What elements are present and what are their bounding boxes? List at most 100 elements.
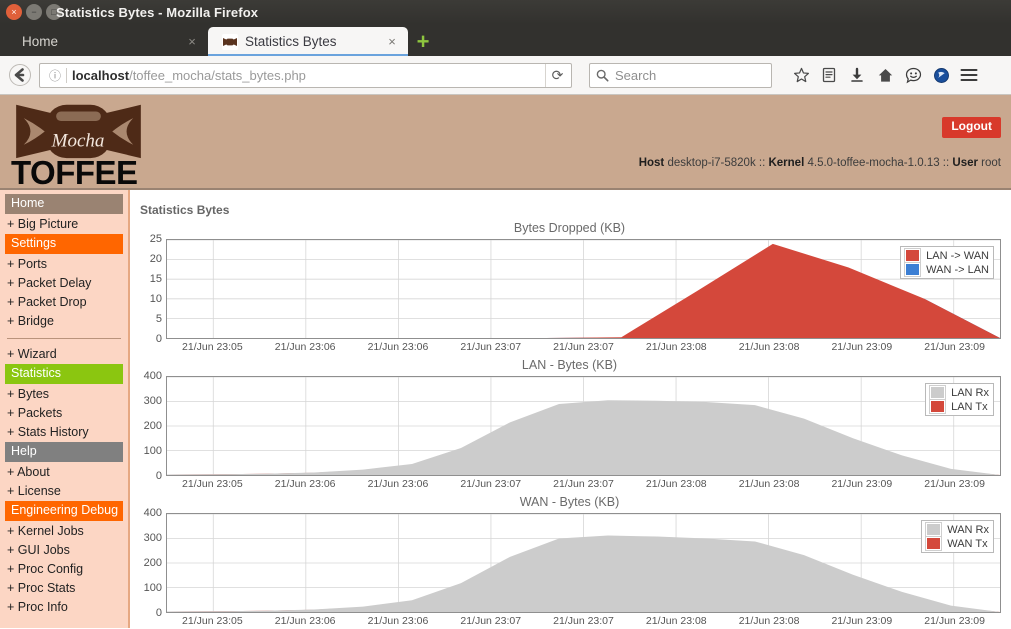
legend-swatch	[904, 248, 922, 263]
x-axis-tick-label: 21/Jun 23:06	[367, 615, 429, 627]
tab-home[interactable]: Home ×	[8, 27, 208, 56]
tab-statistics-bytes-close-icon[interactable]: ×	[384, 34, 400, 50]
sidebar-item-ports[interactable]: + Ports	[5, 255, 123, 274]
url-bar[interactable]: ⓘ localhost/toffee_mocha/stats_bytes.php…	[39, 62, 572, 88]
x-axis-tick-label: 21/Jun 23:08	[645, 478, 707, 490]
y-axis-tick-label: 10	[149, 293, 162, 305]
sidebar-divider	[7, 338, 121, 339]
sidebar-item-license[interactable]: + License	[5, 482, 123, 501]
kernel-value: 4.5.0-toffee-mocha-1.0.13	[807, 156, 940, 169]
sidebar-item-proc-stats[interactable]: + Proc Stats	[5, 579, 123, 598]
y-axis-tick-label: 400	[143, 507, 162, 519]
page-body: Home + Big Picture Settings + Ports + Packet…	[0, 190, 1011, 628]
sidebar-item-bridge[interactable]: + Bridge	[5, 312, 123, 331]
sidebar-item-proc-info[interactable]: + Proc Info	[5, 598, 123, 617]
sidebar-item-proc-config[interactable]: + Proc Config	[5, 560, 123, 579]
legend-item[interactable]: WAN Rx	[925, 522, 989, 537]
sidebar-item-bytes[interactable]: + Bytes	[5, 385, 123, 404]
plot-wrapper: WAN Rx WAN Tx 21/Jun 23:05 21/Jun 23:06 21/J…	[166, 513, 1001, 628]
web-page: Mocha TOFFEE Logout Host desktop-i7-5820…	[0, 95, 1011, 628]
library-icon[interactable]	[815, 61, 843, 89]
y-axis-tick-label: 300	[143, 395, 162, 407]
toffee-logo[interactable]: Mocha TOFFEE	[11, 101, 146, 189]
chart-2: LAN - Bytes (KB) 0 100 200 300 400 LAN Rx LAN T…	[138, 358, 1001, 492]
sidebar-item-packet-delay[interactable]: + Packet Delay	[5, 274, 123, 293]
chart-1: Bytes Dropped (KB) 0 5 10 15 20 25 LAN -> WAN WA…	[138, 221, 1001, 355]
sidebar-item-packet-drop[interactable]: + Packet Drop	[5, 293, 123, 312]
menu-hamburger-icon[interactable]	[955, 61, 983, 89]
tab-home-close-icon[interactable]: ×	[184, 34, 200, 50]
legend-item[interactable]: WAN Tx	[925, 536, 989, 551]
sync-icon[interactable]	[927, 61, 955, 89]
toolbar-icons	[787, 61, 983, 89]
x-axis-tick-label: 21/Jun 23:09	[831, 478, 893, 490]
url-input[interactable]: localhost/toffee_mocha/stats_bytes.php	[72, 68, 545, 83]
series-area	[167, 400, 1000, 475]
host-value: desktop-i7-5820k	[667, 156, 756, 169]
bookmark-star-icon[interactable]	[787, 61, 815, 89]
legend-item[interactable]: WAN -> LAN	[904, 262, 989, 277]
home-icon[interactable]	[871, 61, 899, 89]
chart-3: WAN - Bytes (KB) 0 100 200 300 400 WAN Rx WAN T…	[138, 495, 1001, 628]
x-axis-tick-label: 21/Jun 23:06	[274, 478, 336, 490]
window-maximize-button[interactable]: □	[46, 4, 62, 20]
plot-wrapper: LAN -> WAN WAN -> LAN 21/Jun 23:05 21/Jun 2…	[166, 239, 1001, 355]
logout-button[interactable]: Logout	[942, 117, 1001, 138]
x-axis-tick-label: 21/Jun 23:08	[645, 615, 707, 627]
page-title: Statistics Bytes	[140, 203, 230, 217]
x-axis-tick-label: 21/Jun 23:07	[460, 478, 522, 490]
identity-info-icon[interactable]: ⓘ	[46, 67, 64, 84]
main-content: Statistics Bytes Bytes Dropped (KB) 0 5 10 1…	[130, 190, 1011, 628]
new-tab-button[interactable]: +	[408, 27, 438, 56]
toffee-candy-logo-icon: Mocha	[16, 104, 141, 159]
downloads-icon[interactable]	[843, 61, 871, 89]
reload-icon[interactable]: ⟳	[545, 63, 569, 87]
sidebar-group-engdebug[interactable]: Engineering Debug	[5, 501, 123, 521]
x-axis: 21/Jun 23:05 21/Jun 23:06 21/Jun 23:06 21/J…	[166, 339, 1001, 355]
x-axis-tick-label: 21/Jun 23:09	[924, 478, 985, 490]
host-label: Host	[638, 156, 665, 169]
legend-swatch	[904, 262, 922, 277]
sidebar-item-about[interactable]: + About	[5, 463, 123, 482]
sidebar-item-packets[interactable]: + Packets	[5, 404, 123, 423]
y-axis-tick-label: 25	[149, 233, 162, 245]
legend-swatch	[925, 522, 943, 537]
sidebar-item-gui-jobs[interactable]: + GUI Jobs	[5, 541, 123, 560]
sidebar-group-settings[interactable]: Settings	[5, 234, 123, 254]
window-close-button[interactable]: ×	[6, 4, 22, 20]
host-info-line: Host desktop-i7-5820k :: Kernel 4.5.0-to…	[639, 157, 1001, 169]
legend-label: WAN Tx	[947, 537, 988, 550]
y-axis-tick-label: 100	[143, 582, 162, 594]
chart-legend: WAN Rx WAN Tx	[921, 520, 994, 553]
legend-swatch	[925, 536, 943, 551]
legend-label: WAN -> LAN	[926, 263, 989, 276]
x-axis-tick-label: 21/Jun 23:07	[553, 615, 614, 627]
sidebar-group-help[interactable]: Help	[5, 442, 123, 462]
legend-item[interactable]: LAN Rx	[929, 385, 989, 400]
sidebar-item-wizard[interactable]: + Wizard	[5, 345, 123, 364]
sidebar-group-home[interactable]: Home	[5, 194, 123, 214]
user-value: root	[981, 156, 1001, 169]
x-axis-tick-label: 21/Jun 23:05	[182, 478, 243, 490]
feedback-smiley-icon[interactable]	[899, 61, 927, 89]
search-bar[interactable]: Search	[589, 62, 772, 88]
sidebar-item-stats-history[interactable]: + Stats History	[5, 423, 123, 442]
tab-statistics-bytes[interactable]: Statistics Bytes ×	[208, 27, 408, 56]
y-axis-tick-label: 400	[143, 370, 162, 382]
legend-item[interactable]: LAN Tx	[929, 399, 989, 414]
back-arrow-icon[interactable]	[6, 61, 34, 89]
legend-item[interactable]: LAN -> WAN	[904, 248, 989, 263]
sidebar-item-big-picture[interactable]: + Big Picture	[5, 215, 123, 234]
legend-swatch	[929, 385, 947, 400]
search-input[interactable]: Search	[615, 68, 656, 83]
y-axis-tick-label: 20	[149, 253, 162, 265]
tab-home-label: Home	[22, 34, 59, 49]
window-minimize-button[interactable]: −	[26, 4, 42, 20]
sidebar-group-statistics[interactable]: Statistics	[5, 364, 123, 384]
plot-canvas: LAN Rx LAN Tx	[166, 376, 1001, 476]
x-axis-tick-label: 21/Jun 23:09	[831, 615, 893, 627]
x-axis-tick-label: 21/Jun 23:06	[274, 341, 336, 353]
sidebar-item-kernel-jobs[interactable]: + Kernel Jobs	[5, 522, 123, 541]
x-axis-tick-label: 21/Jun 23:07	[553, 341, 614, 353]
legend-label: LAN Rx	[951, 386, 989, 399]
